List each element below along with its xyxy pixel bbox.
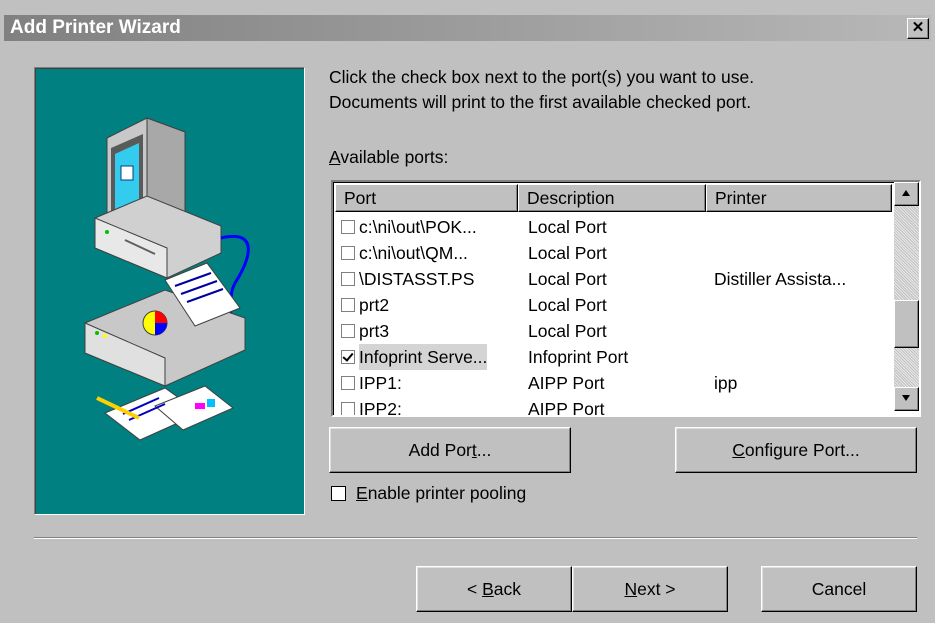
close-button[interactable]: ✕ [907,18,929,39]
port-checkbox[interactable] [341,376,355,390]
scrollbar-thumb[interactable] [894,300,919,348]
ports-list-scrollbar[interactable] [894,182,919,411]
port-row[interactable]: prt3 Local Port [335,318,893,344]
port-description: AIPP Port [528,373,605,393]
port-description: Local Port [528,269,607,289]
port-checkbox[interactable] [341,350,355,364]
available-ports-label: Available ports: [329,147,448,168]
scroll-down-button[interactable] [894,387,919,411]
add-port-label-pre: Add Por [408,440,472,460]
back-mnemonic: B [482,579,494,599]
enable-pooling-label[interactable]: Enable printer pooling [356,483,526,504]
add-port-button[interactable]: Add Port... [329,427,571,473]
port-description: Local Port [528,295,607,315]
arrow-up-icon [902,190,910,196]
port-description: Infoprint Port [528,347,629,367]
configure-port-button[interactable]: Configure Port... [675,427,917,473]
scroll-up-button[interactable] [894,182,919,206]
port-row[interactable]: c:\ni\out\QM... Local Port [335,240,893,266]
window-title: Add Printer Wizard [10,17,181,38]
port-row[interactable]: \DISTASST.PS Local Port Distiller Assista.… [335,266,893,292]
column-header-port[interactable]: Port [335,184,518,212]
back-label-pre: < [466,579,483,599]
back-label-post: ack [493,579,521,599]
port-name: prt2 [359,295,390,315]
add-port-label-post: ... [476,440,492,460]
port-row[interactable]: c:\ni\out\POK... Local Port [335,214,893,240]
port-checkbox[interactable] [341,324,355,338]
back-button[interactable]: < Back [416,566,572,612]
add-printer-wizard-window: Add Printer Wizard ✕ Click the check box… [0,0,935,623]
next-button[interactable]: Next > [572,566,728,612]
port-description: Local Port [528,321,607,341]
column-header-printer[interactable]: Printer [706,184,892,212]
arrow-down-icon [902,395,910,401]
footer-divider [34,537,917,539]
cancel-button[interactable]: Cancel [761,566,917,612]
port-name: Infoprint Serve... [359,344,488,370]
port-name: c:\ni\out\QM... [359,243,468,263]
port-description: Local Port [528,217,607,237]
close-icon: ✕ [911,19,925,36]
port-row[interactable]: IPP2: AIPP Port [335,396,893,417]
instruction-line-2: Documents will print to the first availa… [329,92,752,112]
title-bar: Add Printer Wizard ✕ [4,15,931,41]
port-checkbox[interactable] [341,220,355,234]
enable-pooling-checkbox[interactable] [331,486,346,501]
next-mnemonic: N [624,579,638,599]
port-printer: ipp [714,373,738,393]
enable-pooling-label-rest: nable printer pooling [367,483,527,503]
port-checkbox[interactable] [341,246,355,260]
computer-printer-illustration-icon [84,117,250,441]
port-description: AIPP Port [528,399,605,417]
column-header-description[interactable]: Description [518,184,706,212]
port-name: IPP1: [359,373,402,393]
port-checkbox[interactable] [341,402,355,415]
available-ports-mnemonic: A [329,147,341,167]
available-ports-label-rest: vailable ports: [340,147,449,167]
port-name: c:\ni\out\POK... [359,217,477,237]
instruction-line-1: Click the check box next to the port(s) … [329,67,755,87]
port-row[interactable]: prt2 Local Port [335,292,893,318]
port-checkbox[interactable] [341,272,355,286]
port-name: \DISTASST.PS [359,269,475,289]
enable-pooling-mnemonic: E [356,483,368,503]
port-name: IPP2: [359,399,402,417]
ports-list[interactable]: Port Description Printer c:\ni\out\POK..… [331,180,921,417]
port-printer: Distiller Assista... [714,269,847,289]
port-checkbox[interactable] [341,298,355,312]
configure-port-mnemonic: C [732,440,745,460]
port-description: Local Port [528,243,607,263]
wizard-illustration [34,67,305,515]
configure-port-label: onfigure Port... [744,440,860,460]
port-row[interactable]: Infoprint Serve... Infoprint Port [335,344,893,370]
next-label: ext > [637,579,676,599]
port-row[interactable]: IPP1: AIPP Port ipp [335,370,893,396]
port-name: prt3 [359,321,390,341]
